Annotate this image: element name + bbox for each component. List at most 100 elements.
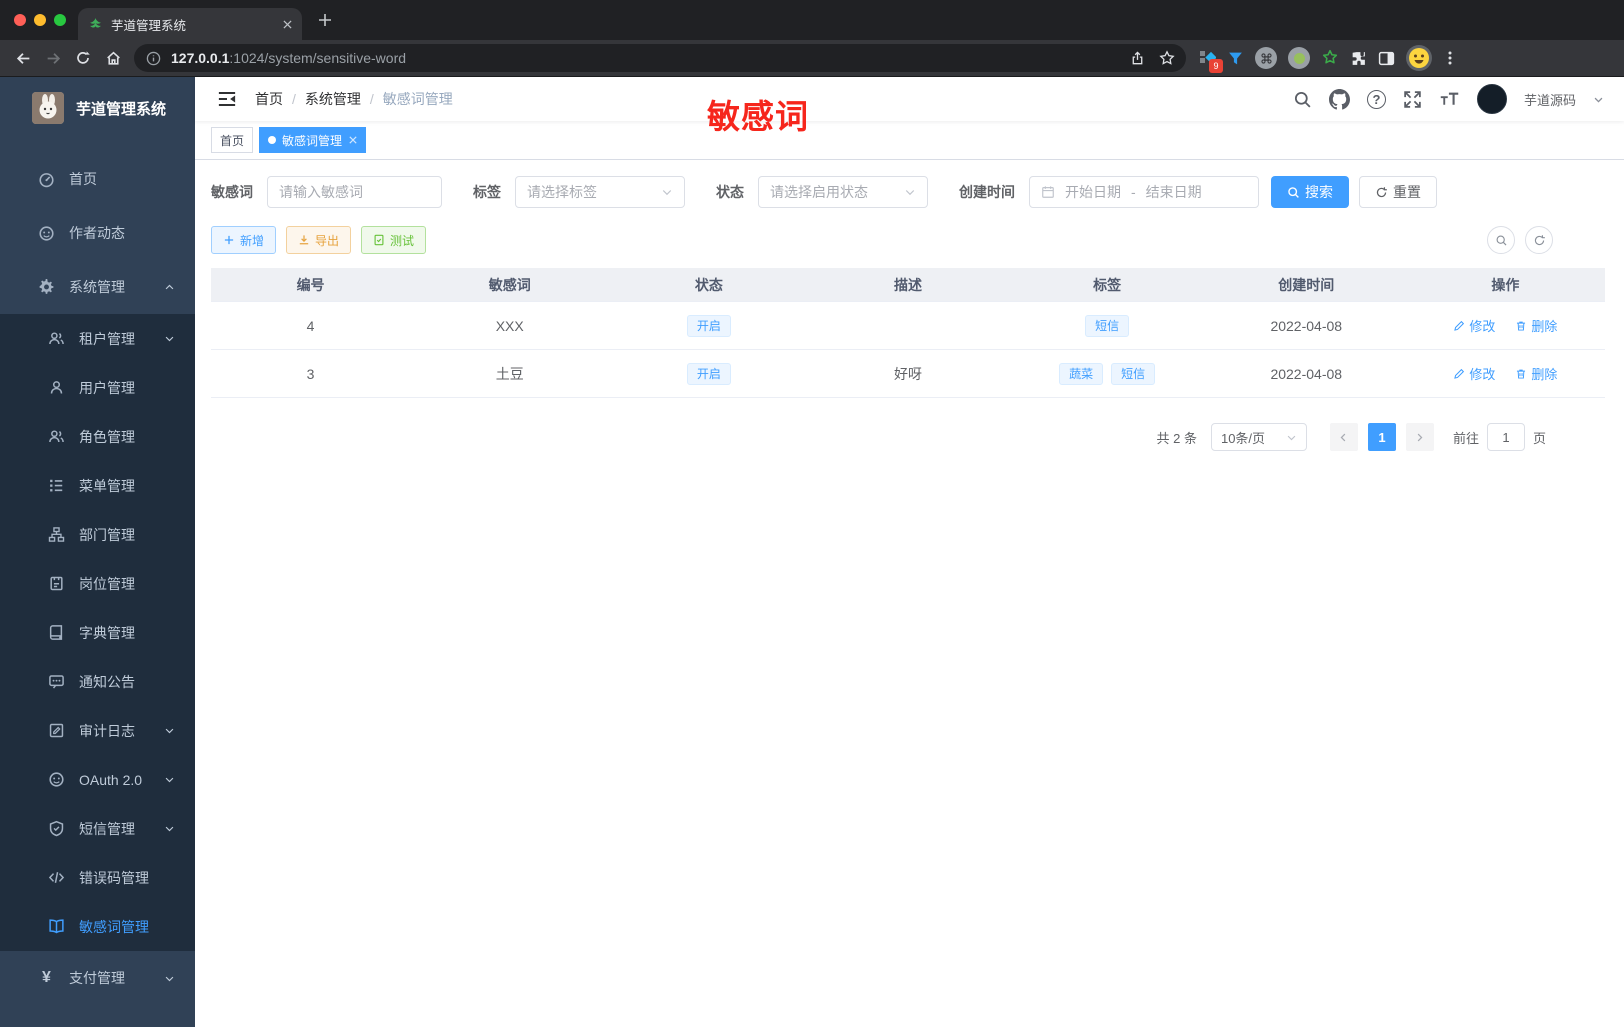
tag-select[interactable]: 请选择标签	[515, 176, 685, 208]
tag-tab-home[interactable]: 首页	[211, 127, 254, 153]
breadcrumb-home[interactable]: 首页	[255, 89, 283, 109]
sidebar-item-notice[interactable]: 通知公告	[0, 657, 195, 706]
sidebar-item-sensitive-word[interactable]: 敏感词管理	[0, 902, 195, 951]
zoom-window-button[interactable]	[54, 14, 66, 26]
add-button[interactable]: 新增	[211, 226, 277, 254]
pagination-total: 共 2 条	[1156, 430, 1197, 446]
sidebar-item-oauth[interactable]: OAuth 2.0	[0, 755, 195, 804]
chevron-up-icon	[165, 284, 174, 289]
filter-extension-icon[interactable]	[1227, 50, 1244, 67]
refresh-table-button[interactable]	[1525, 226, 1553, 254]
page-size-value: 10条/页	[1220, 430, 1266, 446]
tab-close-icon[interactable]	[283, 19, 292, 29]
sidebar-item-label: 首页	[69, 171, 97, 187]
help-icon[interactable]: ?	[1366, 89, 1386, 109]
edit-link[interactable]: 修改	[1453, 364, 1495, 383]
delete-link[interactable]: 删除	[1515, 316, 1557, 335]
filter-keyword: 敏感词	[211, 176, 442, 208]
extensions-puzzle-icon[interactable]	[1350, 50, 1367, 67]
sidebar-item-pay[interactable]: ¥ 支付管理	[0, 951, 195, 1005]
minimize-window-button[interactable]	[34, 14, 46, 26]
github-icon[interactable]	[1328, 88, 1350, 110]
sidebar-item-menu-mgmt[interactable]: 菜单管理	[0, 461, 195, 510]
sidebar-item-author[interactable]: 作者动态	[0, 206, 195, 260]
sidebar-item-label: 系统管理	[69, 279, 125, 295]
sidebar-item-audit-log[interactable]: 审计日志	[0, 706, 195, 755]
edit-link-label: 修改	[1469, 319, 1496, 334]
notice-icon	[49, 675, 64, 689]
browser-profile-avatar[interactable]	[1406, 45, 1432, 71]
test-button[interactable]: 测试	[361, 226, 427, 254]
keyword-label: 敏感词	[211, 184, 253, 200]
delete-link[interactable]: 删除	[1515, 364, 1557, 383]
browser-tab[interactable]: 芋道管理系统	[78, 8, 302, 40]
sidebar-item-sms[interactable]: 短信管理	[0, 804, 195, 853]
sidebar-item-home[interactable]: 首页	[0, 152, 195, 206]
side-panel-icon[interactable]	[1378, 50, 1395, 67]
search-button[interactable]: 搜索	[1271, 176, 1349, 208]
breadcrumb-system[interactable]: 系统管理	[305, 89, 361, 109]
sidebar-item-label: 通知公告	[79, 673, 135, 690]
chevron-down-icon	[165, 826, 174, 832]
page-size-select[interactable]: 10条/页	[1210, 423, 1307, 451]
prev-page-button[interactable]	[1329, 423, 1358, 451]
url-bar[interactable]: 127.0.0.1:1024/system/sensitive-word	[134, 44, 1186, 72]
sidebar-item-system[interactable]: 系统管理	[0, 260, 195, 314]
new-tab-button[interactable]	[318, 13, 332, 27]
sidebar-item-label: 错误码管理	[79, 869, 149, 886]
sidebar-item-dept[interactable]: 部门管理	[0, 510, 195, 559]
sidebar-item-label: 审计日志	[79, 722, 135, 739]
yen-icon: ¥	[42, 969, 51, 986]
goto-page-input[interactable]	[1486, 423, 1525, 451]
chevron-down-icon	[1287, 435, 1296, 440]
keyword-input[interactable]	[279, 184, 430, 200]
browser-menu-kebab-icon[interactable]	[1443, 50, 1457, 66]
reset-button[interactable]: 重置	[1359, 176, 1437, 208]
reload-button[interactable]	[68, 43, 98, 73]
xpath-extension-icon[interactable]	[1321, 49, 1339, 67]
sidebar-logo-row[interactable]: 芋道管理系统	[0, 86, 195, 130]
edit-link[interactable]: 修改	[1453, 316, 1495, 335]
user-name[interactable]: 芋道源码	[1524, 90, 1576, 109]
column-header: 描述	[808, 268, 1008, 302]
sidebar-item-dict[interactable]: 字典管理	[0, 608, 195, 657]
user-caret-down-icon[interactable]	[1593, 94, 1604, 105]
sidebar-toggle-icon[interactable]	[217, 89, 237, 109]
next-page-button[interactable]	[1405, 423, 1434, 451]
export-button[interactable]: 导出	[286, 226, 352, 254]
back-button[interactable]	[8, 43, 38, 73]
toggle-search-button[interactable]	[1487, 226, 1515, 254]
fullscreen-icon[interactable]	[1403, 90, 1422, 109]
sidebar-item-post[interactable]: 岗位管理	[0, 559, 195, 608]
page-unit-label: 页	[1532, 430, 1546, 446]
close-window-button[interactable]	[14, 14, 26, 26]
home-button[interactable]	[98, 43, 128, 73]
search-icon[interactable]	[1293, 90, 1312, 109]
audit-log-icon	[49, 723, 64, 738]
page-number-1[interactable]: 1	[1367, 423, 1396, 451]
bookmark-star-icon[interactable]	[1152, 43, 1182, 73]
sidebar-item-label: 角色管理	[79, 428, 135, 445]
sidebar-item-label: 菜单管理	[79, 477, 135, 494]
status-select[interactable]: 请选择启用状态	[758, 176, 928, 208]
command-extension-icon[interactable]	[1255, 47, 1277, 69]
date-range-picker[interactable]: 开始日期 - 结束日期	[1029, 176, 1259, 208]
sidebar-item-role[interactable]: 角色管理	[0, 412, 195, 461]
forward-button[interactable]	[38, 43, 68, 73]
status-select-placeholder: 请选择启用状态	[770, 184, 868, 200]
tag-tab-sensitive-word[interactable]: 敏感词管理	[259, 127, 367, 153]
tag-close-icon[interactable]	[349, 136, 357, 144]
user-avatar[interactable]	[1476, 84, 1507, 114]
sidebar-item-label: 部门管理	[79, 526, 135, 543]
traffic-lights	[14, 14, 66, 26]
sidebar-item-tenant[interactable]: 租户管理	[0, 314, 195, 363]
share-icon[interactable]	[1122, 43, 1152, 73]
tab-manager-extension-icon[interactable]: 9	[1198, 49, 1223, 73]
favicon-leaf-icon	[90, 17, 101, 27]
sidebar-item-label: 租户管理	[79, 330, 135, 347]
font-size-icon[interactable]	[1439, 90, 1460, 109]
site-info-icon[interactable]	[146, 51, 161, 66]
sidebar-item-errorcode[interactable]: 错误码管理	[0, 853, 195, 902]
recorder-extension-icon[interactable]	[1288, 47, 1310, 69]
sidebar-item-user[interactable]: 用户管理	[0, 363, 195, 412]
